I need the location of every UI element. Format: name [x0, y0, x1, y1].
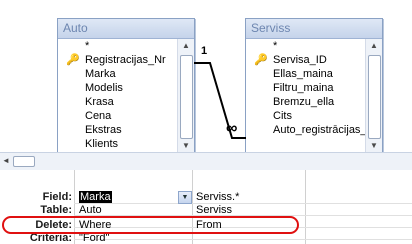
scroll-left-icon[interactable]: ◄ — [2, 156, 10, 165]
relationship-one-label: 1 — [201, 45, 208, 57]
cell-field-col2[interactable]: Serviss.* — [193, 191, 239, 203]
query-design-pane: Auto * 🔑 Registracijas_Nr Marka Modelis K… — [0, 0, 412, 154]
relationship-many-label: ∞ — [226, 120, 238, 137]
delete-row-highlight-annotation — [2, 216, 299, 234]
dropdown-arrow-icon[interactable]: ▼ — [178, 191, 192, 204]
grid-row-table: Table: Auto Serviss — [0, 204, 412, 216]
row-label-field: Field: — [42, 191, 72, 203]
row-label-table: Table: — [40, 204, 72, 216]
relationship-line[interactable] — [0, 0, 412, 152]
cell-field-col1[interactable]: Marka — [76, 191, 112, 203]
selected-field-value[interactable]: Marka — [79, 191, 112, 203]
cell-table-col2[interactable]: Serviss — [193, 204, 232, 216]
cell-table-col1[interactable]: Auto — [76, 204, 102, 216]
grid-row-field: Field: Marka ▼ Serviss.* — [0, 191, 412, 204]
design-pane-scrollbar[interactable]: ◄ — [0, 152, 412, 171]
scroll-thumb[interactable] — [13, 156, 35, 167]
query-design-grid: Field: Marka ▼ Serviss.* Table: Auto Ser… — [0, 170, 412, 244]
